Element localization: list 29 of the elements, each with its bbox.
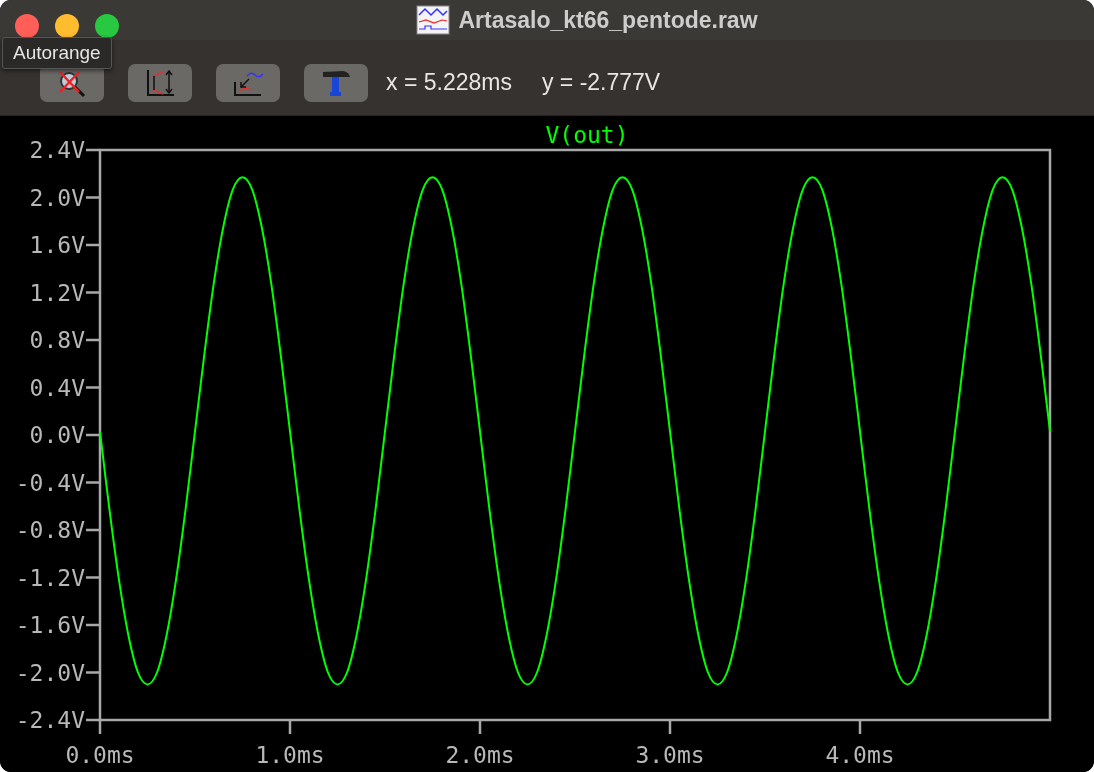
trace-name: V(out) — [545, 122, 629, 148]
x-axis-label: 0.0ms — [65, 742, 135, 768]
x-axis-label: 2.0ms — [445, 742, 515, 768]
y-axis-label: -0.4V — [15, 469, 85, 496]
x-cursor-readout: x = 5.228ms — [386, 69, 512, 96]
x-axis-label: 4.0ms — [825, 742, 895, 768]
zoom-button[interactable] — [95, 14, 119, 38]
window-title: Artasalo_kt66_pentode.raw — [458, 6, 758, 34]
tooltip: Autorange — [2, 37, 112, 69]
y-axis-label: 2.0V — [29, 184, 85, 211]
toolbar-button[interactable] — [128, 63, 192, 102]
y-axis-label: -1.6V — [15, 612, 85, 638]
y-axis-label: 0.0V — [29, 422, 85, 448]
y-cursor-readout: y = -2.777V — [541, 69, 661, 96]
y-axis-label: -2.0V — [15, 659, 85, 686]
y-axis-label: 2.4V — [29, 137, 85, 163]
y-axis-label: 1.2V — [29, 279, 85, 306]
close-button[interactable] — [15, 14, 39, 38]
y-axis-label: 0.4V — [29, 374, 85, 401]
toolbar-button[interactable] — [216, 63, 280, 102]
y-axis-label: -0.8V — [15, 517, 85, 543]
x-axis-label: 1.0ms — [255, 742, 325, 768]
y-axis-label: -2.4V — [15, 707, 85, 733]
y-axis-label: -1.2V — [15, 564, 85, 591]
x-axis-label: 3.0ms — [635, 742, 705, 768]
y-axis-label: 0.8V — [29, 327, 85, 353]
y-axis-label: 1.6V — [29, 232, 85, 258]
minimize-button[interactable] — [55, 14, 79, 38]
waveform-file-icon — [416, 5, 451, 35]
